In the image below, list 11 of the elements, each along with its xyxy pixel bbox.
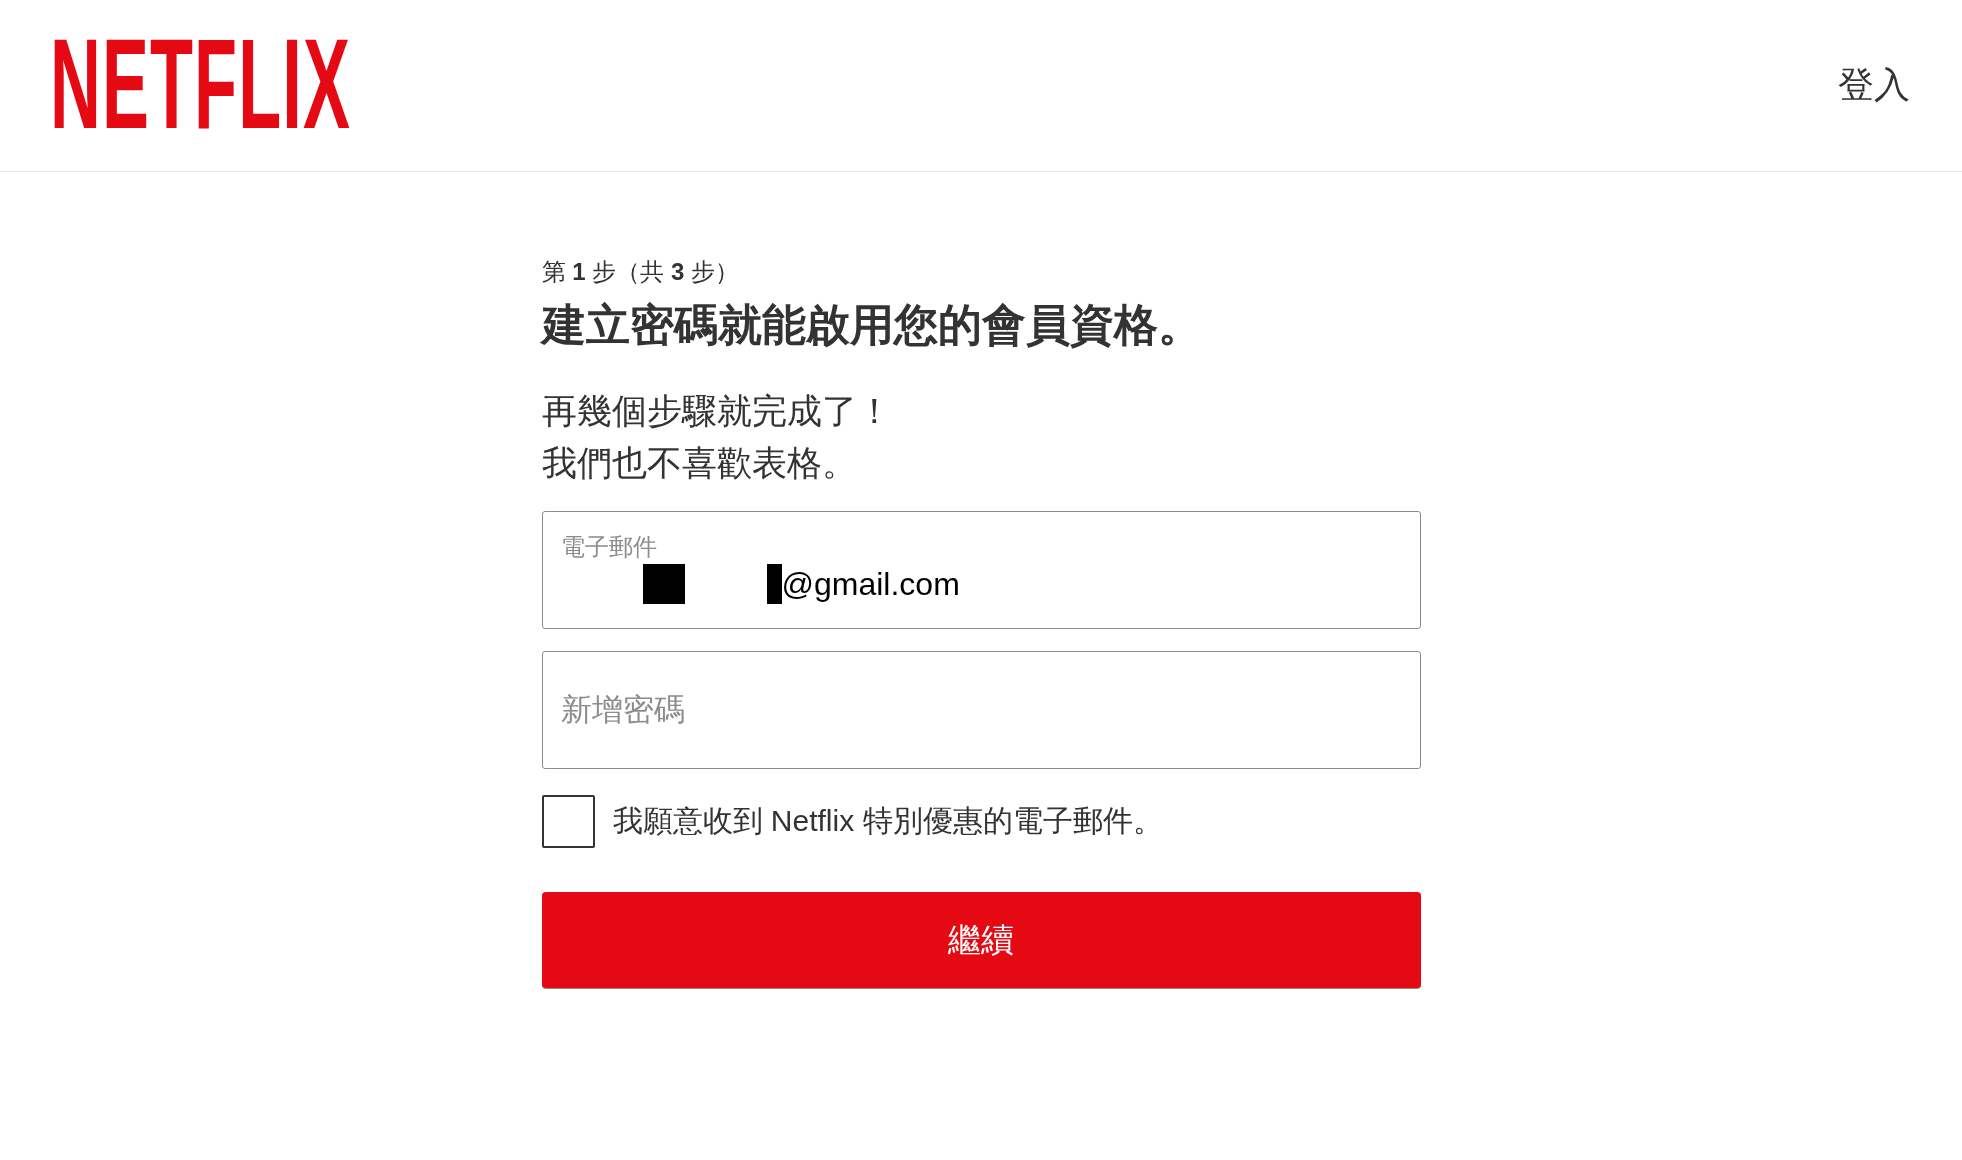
step-indicator: 第 1 步（共 3 步）: [541, 257, 740, 287]
checkbox-label: 我願意收到 Netflix 特別優惠的電子郵件。: [612, 803, 1163, 839]
page-title: 建立密碼就能啟用您的會員資格。: [541, 299, 1203, 351]
sign-in-link[interactable]: 登入: [1838, 61, 1910, 110]
intro-text: 再幾個步驟就完成了！: [541, 390, 893, 432]
netflix-logo: NETFLIX: [50, 36, 351, 131]
intro-text: 我們也不喜歡表格。: [541, 442, 858, 484]
password-field[interactable]: 新增密碼: [541, 651, 1421, 769]
offers-checkbox[interactable]: [541, 795, 595, 848]
continue-button[interactable]: 繼續: [541, 892, 1421, 988]
email-field[interactable]: 電子郵件 @gmail.com: [541, 511, 1421, 629]
